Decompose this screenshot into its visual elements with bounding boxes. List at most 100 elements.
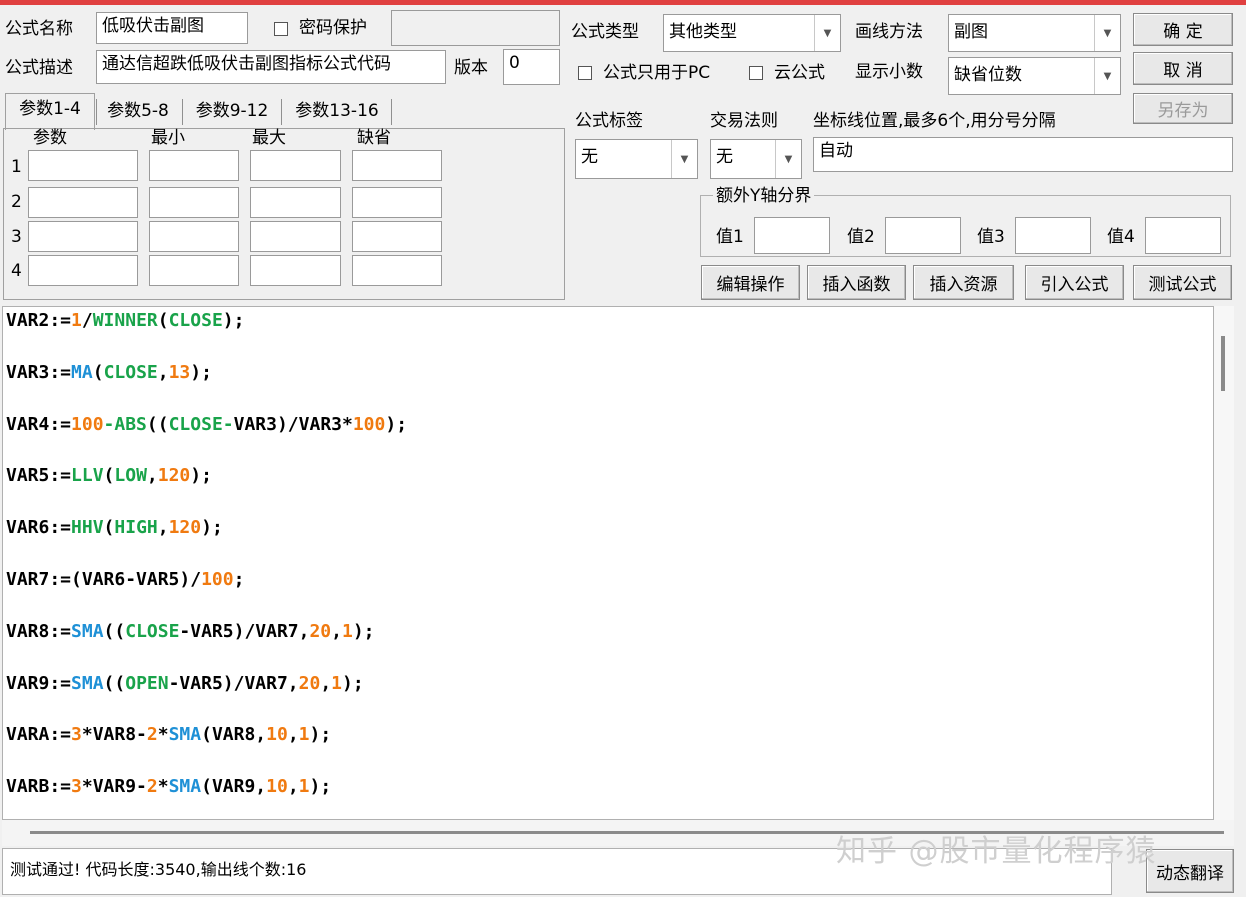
tab-params-5-8[interactable]: 参数5-8 [98, 96, 178, 127]
tab-params-13-16[interactable]: 参数13-16 [285, 96, 389, 127]
save-as-button[interactable]: 另存为 [1133, 93, 1233, 124]
version-label: 版本 [454, 58, 488, 78]
chevron-down-icon[interactable]: ▼ [671, 140, 697, 178]
code-token: CLOSE [168, 310, 223, 331]
formula-tag-label: 公式标签 [575, 111, 643, 131]
formula-name-label: 公式名称 [5, 19, 73, 39]
chevron-down-icon[interactable]: ▼ [1094, 58, 1120, 94]
param-min-input[interactable] [149, 255, 239, 286]
param-header-default: 缺省 [357, 128, 391, 148]
param-min-input[interactable] [149, 150, 239, 181]
param-default-input[interactable] [352, 221, 442, 252]
code-token: 100 [352, 413, 386, 435]
watermark: 知乎 @股市量化程序猿 [836, 834, 1157, 869]
code-token: 3 [71, 776, 82, 798]
param-max-input[interactable] [250, 221, 341, 252]
vertical-scrollbar-thumb[interactable] [1221, 336, 1225, 391]
y-value-2-input[interactable] [885, 217, 961, 254]
y-value-3-label: 值3 [977, 227, 1005, 247]
y-value-4-label: 值4 [1107, 227, 1135, 247]
param-name-input[interactable] [28, 221, 138, 252]
code-line: VAR7:=(VAR6-VAR5)/100; [6, 569, 244, 591]
chevron-down-icon[interactable]: ▼ [1094, 15, 1120, 51]
formula-type-label: 公式类型 [571, 22, 639, 42]
param-min-input[interactable] [149, 187, 239, 218]
insert-function-button[interactable]: 插入函数 [807, 265, 906, 300]
password-input[interactable] [391, 10, 560, 46]
code-token: CLOSE [103, 361, 158, 383]
code-token: , [287, 724, 299, 746]
param-name-input[interactable] [28, 255, 138, 286]
code-token: ( [103, 517, 115, 539]
code-token: (VAR9, [201, 776, 267, 798]
param-min-input[interactable] [149, 221, 239, 252]
decimal-select[interactable]: 缺省位数 ▼ [948, 57, 1121, 95]
code-token: 1 [331, 672, 343, 694]
edit-operations-button[interactable]: 编辑操作 [701, 265, 800, 300]
chevron-down-icon[interactable]: ▼ [775, 140, 801, 178]
formula-desc-input[interactable]: 通达信超跌低吸伏击副图指标公式代码 [96, 50, 446, 84]
insert-resource-button[interactable]: 插入资源 [913, 265, 1014, 300]
ok-button[interactable]: 确 定 [1133, 13, 1233, 46]
code-token: 10 [266, 776, 288, 798]
test-formula-button[interactable]: 测试公式 [1133, 265, 1232, 300]
import-formula-button[interactable]: 引入公式 [1025, 265, 1124, 300]
code-token: ); [309, 724, 332, 746]
code-token: VAR5:= [6, 465, 72, 487]
dynamic-translate-button[interactable]: 动态翻译 [1146, 849, 1234, 893]
code-line: VAR9:=SMA((OPEN-VAR5)/VAR7,20,1); [6, 673, 364, 695]
code-token: 10 [266, 724, 288, 746]
cloud-formula-checkbox[interactable] [749, 66, 763, 80]
param-max-input[interactable] [250, 187, 341, 218]
code-editor[interactable]: VAR2:=1/WINNER(CLOSE); VAR3:=MA(CLOSE,13)… [2, 306, 1214, 820]
pc-only-checkbox[interactable] [578, 66, 592, 80]
code-token: , [320, 672, 332, 694]
code-token: - [222, 413, 234, 435]
formula-tag-select[interactable]: 无 ▼ [575, 139, 698, 179]
code-token: 100 [71, 413, 104, 435]
tab-params-9-12[interactable]: 参数9-12 [186, 96, 278, 127]
code-token: *VAR8- [81, 724, 147, 746]
cancel-button[interactable]: 取 消 [1133, 52, 1233, 85]
code-line: VAR2:=1/WINNER(CLOSE); [6, 310, 244, 332]
code-token: MA [71, 361, 93, 383]
code-token: 2 [146, 724, 158, 746]
y-value-1-input[interactable] [754, 217, 830, 254]
param-header-min: 最小 [151, 128, 185, 148]
code-line: VARA:=3*VAR8-2*SMA(VAR8,10,1); [6, 724, 331, 746]
draw-method-value: 副图 [954, 22, 988, 42]
param-max-input[interactable] [250, 255, 341, 286]
code-token: 13 [168, 361, 191, 383]
code-token: ( [157, 310, 169, 331]
param-default-input[interactable] [352, 187, 442, 218]
code-token: (( [103, 620, 126, 642]
y-value-4-input[interactable] [1145, 217, 1221, 254]
version-input[interactable]: 0 [503, 49, 560, 85]
param-max-input[interactable] [250, 150, 341, 181]
trade-rule-select[interactable]: 无 ▼ [710, 139, 802, 179]
code-token: 1 [342, 620, 353, 642]
code-token: 20 [309, 620, 332, 642]
pc-only-label: 公式只用于PC [603, 63, 711, 83]
param-default-input[interactable] [352, 255, 442, 286]
param-row-number: 1 [11, 157, 22, 177]
code-token: HIGH [114, 517, 158, 539]
code-token: ( [92, 361, 104, 383]
draw-method-select[interactable]: 副图 ▼ [948, 14, 1121, 52]
param-name-input[interactable] [28, 187, 138, 218]
code-token: SMA [168, 724, 202, 746]
param-row-number: 3 [11, 227, 22, 247]
param-name-input[interactable] [28, 150, 138, 181]
code-token: VAR7:=(VAR6-VAR5)/ [6, 569, 202, 590]
code-token: VAR9:= [6, 672, 72, 694]
code-token: ); [352, 620, 375, 642]
y-value-3-input[interactable] [1015, 217, 1091, 254]
code-token: SMA [168, 776, 202, 798]
tab-params-1-4[interactable]: 参数1-4 [5, 93, 95, 130]
chevron-down-icon[interactable]: ▼ [814, 15, 840, 51]
axis-position-input[interactable]: 自动 [813, 137, 1233, 172]
formula-name-input[interactable]: 低吸伏击副图 [96, 12, 248, 44]
formula-type-select[interactable]: 其他类型 ▼ [663, 14, 841, 52]
param-default-input[interactable] [352, 150, 442, 181]
password-checkbox[interactable] [274, 22, 288, 36]
